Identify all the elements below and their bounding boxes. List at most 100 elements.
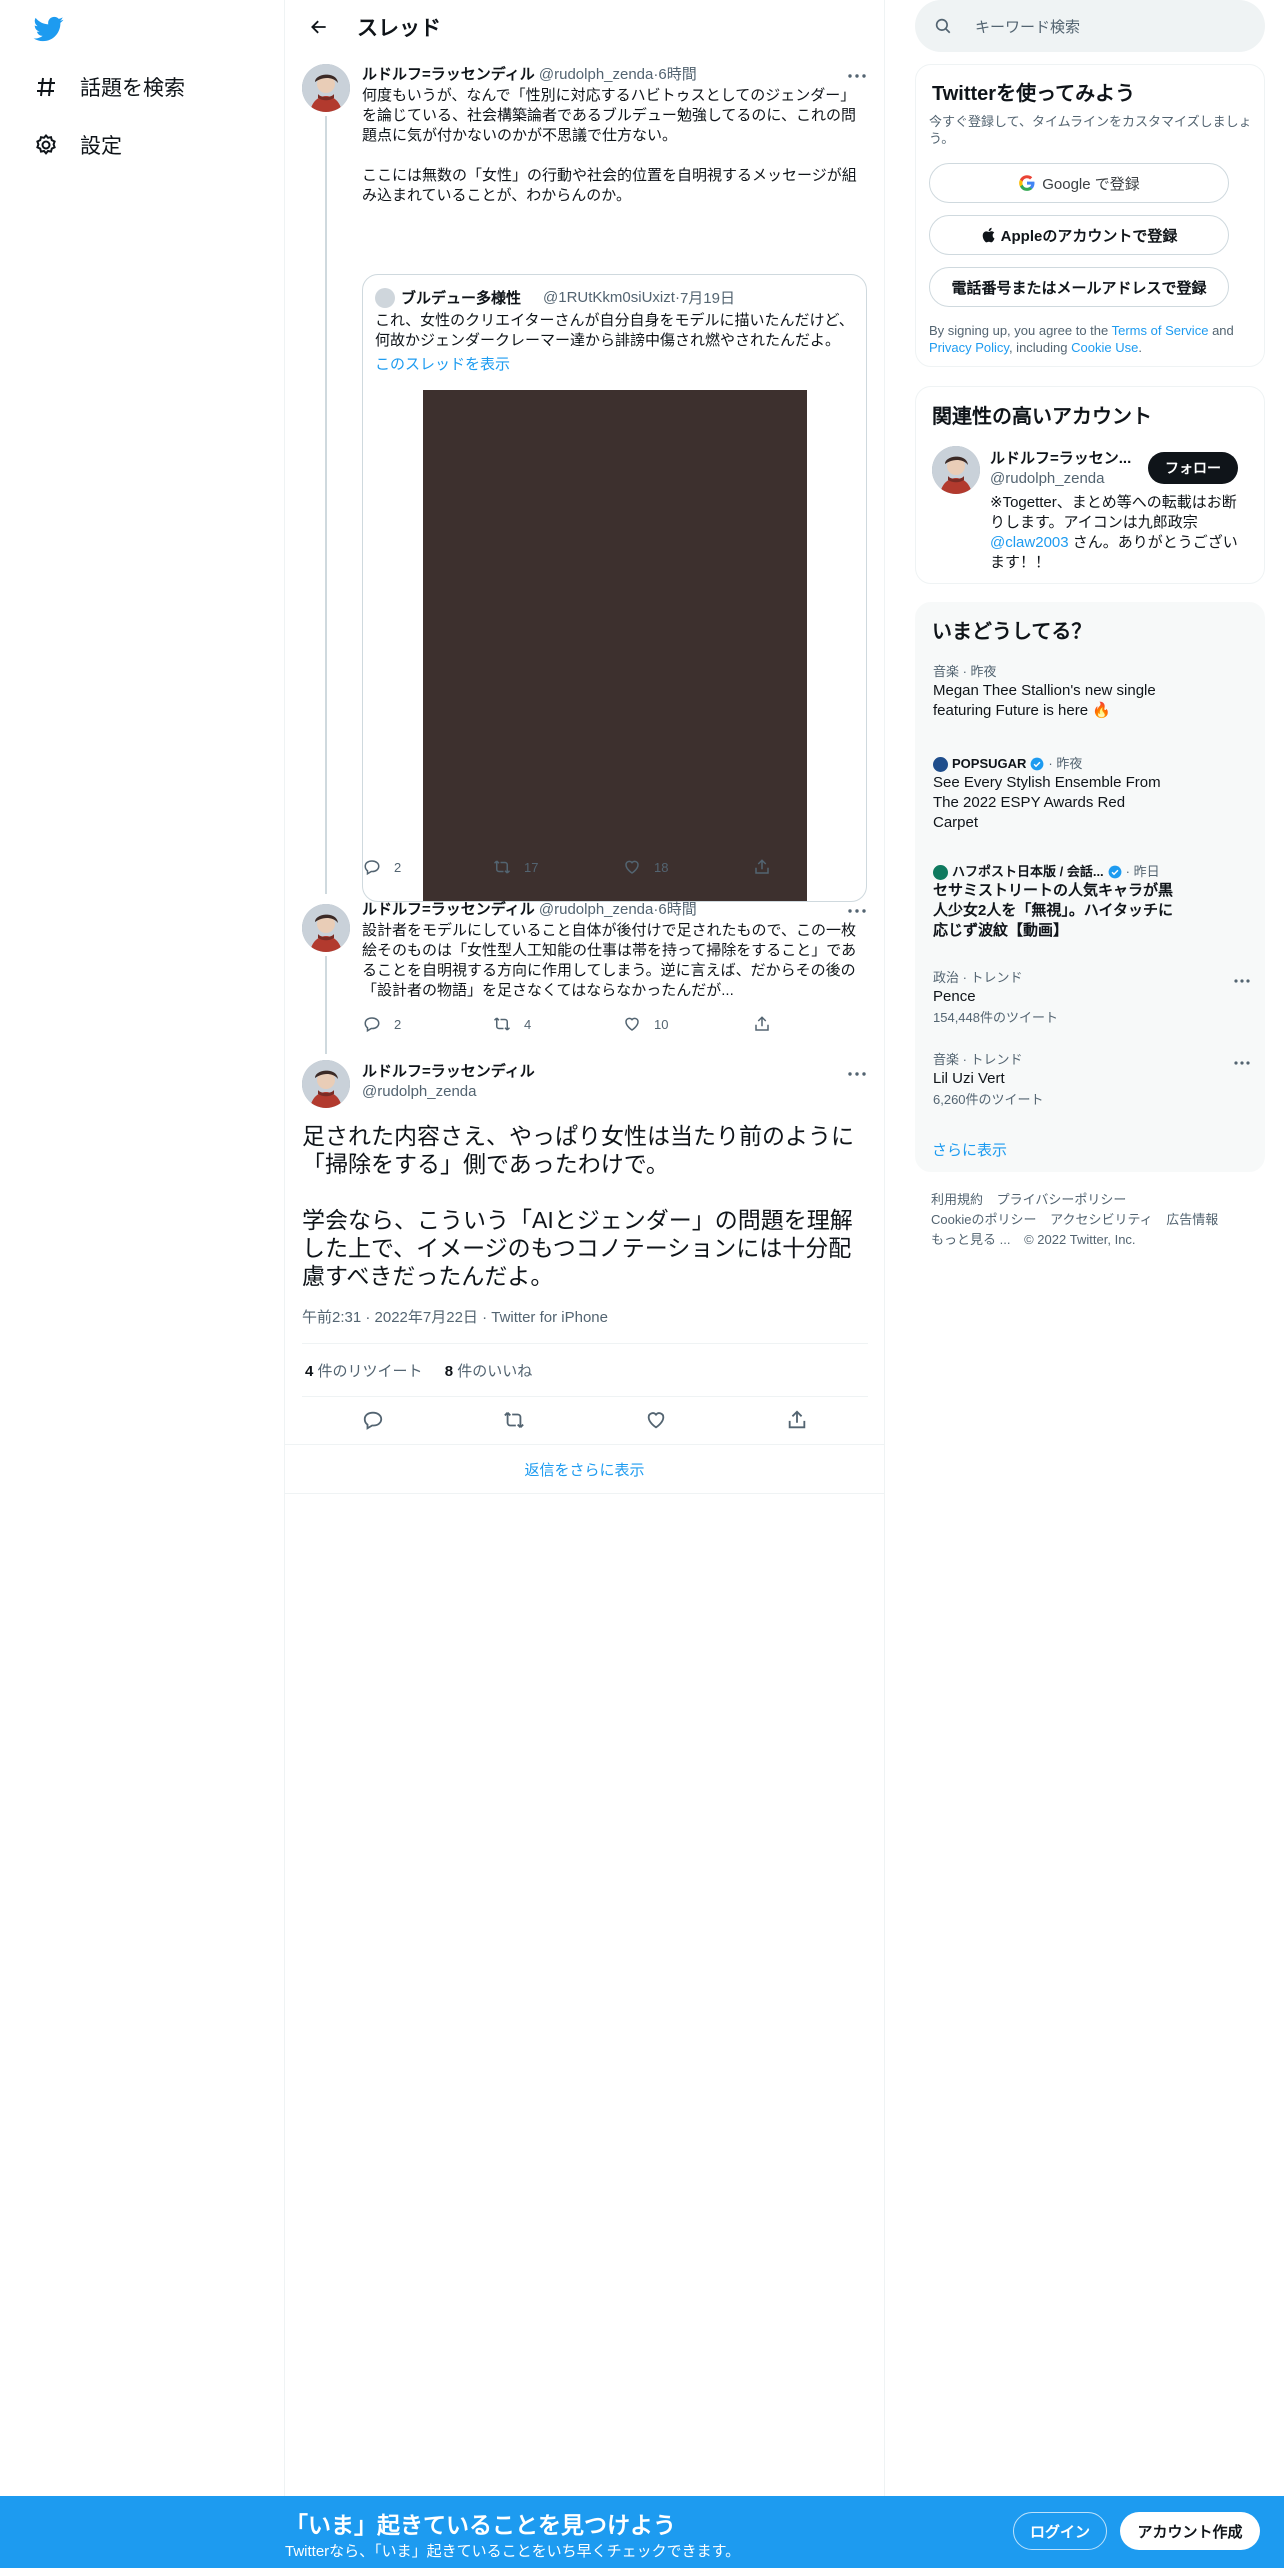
search-input[interactable]: キーワード検索: [975, 16, 1080, 37]
quote-text: これ、女性のクリエイターさんが自分自身をモデルに描いたんだけど、何故かジェンダー…: [375, 312, 854, 349]
trends-show-more[interactable]: さらに表示: [932, 1139, 1007, 1160]
tweet-actions: 2 17 18: [362, 857, 882, 877]
like-button[interactable]: 10: [622, 1014, 752, 1034]
related-handle[interactable]: @rudolph_zenda: [990, 469, 1131, 489]
trend-item[interactable]: POPSUGAR · 昨夜 See Every Stylish Ensemble…: [933, 755, 1253, 833]
share-button[interactable]: [752, 857, 882, 877]
like-button[interactable]: 18: [622, 857, 752, 877]
footer-cookie[interactable]: Cookieのポリシー: [931, 1212, 1036, 1227]
more-icon[interactable]: [1231, 971, 1253, 991]
retweet-icon[interactable]: [503, 1409, 525, 1431]
author-handle[interactable]: @rudolph_zenda: [539, 901, 653, 918]
privacy-link[interactable]: Privacy Policy: [929, 340, 1009, 355]
trend-count: 154,448件のツイート: [933, 1010, 1058, 1025]
trend-item[interactable]: 音楽 · トレンド Lil Uzi Vert 6,260件のツイート: [933, 1051, 1253, 1109]
quote-tweet[interactable]: ブルデュー多様性 @1RUtKkm0siUxizt · 7月19日 これ、女性のクリ…: [362, 274, 867, 902]
back-arrow-icon[interactable]: [301, 9, 337, 45]
trend-count: 6,260件のツイート: [933, 1092, 1044, 1107]
footer-privacy[interactable]: プライバシーポリシー: [997, 1192, 1127, 1207]
terms-and: and: [1212, 323, 1234, 338]
tweet-time[interactable]: 6時間: [658, 901, 696, 918]
show-thread-link[interactable]: このスレッドを表示: [375, 353, 510, 374]
author-name[interactable]: ルドルフ=ラッセンディル: [362, 1062, 535, 1082]
author-handle[interactable]: @rudolph_zenda: [362, 1082, 535, 1102]
google-signup-button[interactable]: Google で登録: [929, 163, 1229, 203]
share-icon[interactable]: [786, 1409, 808, 1431]
reply-icon: [362, 857, 382, 877]
more-icon[interactable]: [846, 901, 868, 921]
huffpost-logo-icon: [933, 864, 948, 880]
show-more-replies[interactable]: 返信をさらに表示: [285, 1446, 884, 1492]
verified-icon: [1108, 865, 1122, 879]
divider: [285, 1444, 884, 1445]
search-bar[interactable]: キーワード検索: [915, 0, 1265, 52]
reply-button[interactable]: 2: [362, 857, 492, 877]
retweet-icon: [492, 857, 512, 877]
quote-image[interactable]: [423, 390, 807, 901]
tweet-time[interactable]: 6時間: [658, 66, 696, 83]
retweet-button[interactable]: 17: [492, 857, 622, 877]
retweet-label: 件のリツイート: [317, 1363, 423, 1380]
popsugar-logo-icon: [933, 756, 948, 772]
terms-link[interactable]: Terms of Service: [1112, 323, 1209, 338]
create-account-button[interactable]: アカウント作成: [1120, 2512, 1260, 2550]
trends-card: いまどうしてる？ 音楽 · 昨夜 Megan Thee Stallion's n…: [915, 602, 1265, 1172]
share-button[interactable]: [752, 1014, 882, 1034]
like-total: 8: [444, 1363, 454, 1380]
divider: [285, 1493, 884, 1494]
footer-terms[interactable]: 利用規約: [931, 1192, 983, 1207]
like-label: 件のいいね: [457, 1363, 533, 1380]
footer-accessibility[interactable]: アクセシビリティ: [1050, 1212, 1153, 1227]
footer-ads[interactable]: 広告情報: [1166, 1212, 1218, 1227]
phone-email-signup-button[interactable]: 電話番号またはメールアドレスで登録: [929, 267, 1229, 307]
related-name[interactable]: ルドルフ=ラッセン...: [990, 449, 1131, 469]
author-handle[interactable]: @rudolph_zenda: [539, 66, 653, 83]
apple-signup-button[interactable]: Appleのアカウントで登録: [929, 215, 1229, 255]
follow-button[interactable]: フォロー: [1148, 452, 1238, 484]
apple-signup-label: Appleのアカウントで登録: [1000, 227, 1178, 245]
trend-item[interactable]: 政治 · トレンド Pence 154,448件のツイート: [933, 969, 1253, 1027]
nav-explore[interactable]: 話題を検索: [32, 62, 185, 112]
retweets-stat[interactable]: 4 件のリツイート: [305, 1363, 423, 1380]
footer-more[interactable]: もっと見る ...: [931, 1232, 1010, 1247]
retweet-total: 4: [305, 1363, 314, 1380]
terms-including: , including: [1008, 340, 1068, 355]
twitter-logo-icon[interactable]: [32, 14, 66, 44]
focused-tweet-actions: [302, 1409, 868, 1431]
more-icon[interactable]: [846, 66, 868, 86]
avatar[interactable]: [302, 64, 350, 112]
more-icon[interactable]: [846, 1064, 868, 1084]
focused-tweet-p2: 学会なら、こういう「AIとジェンダー」の問題を理解した上で、イメージのもつコノテ…: [302, 1207, 853, 1289]
likes-stat[interactable]: 8 件のいいね: [445, 1363, 533, 1380]
author-name[interactable]: ルドルフ=ラッセンディル: [362, 901, 535, 918]
trend-item[interactable]: 音楽 · 昨夜 Megan Thee Stallion's new single…: [933, 663, 1253, 721]
cookie-link[interactable]: Cookie Use: [1071, 340, 1138, 355]
thread-connector: [325, 116, 327, 894]
hashtag-icon: [32, 73, 60, 101]
trend-item[interactable]: ハフポスト日本版 / 会話... · 昨日 セサミストリートの人気キャラが黒人少…: [933, 863, 1253, 941]
author-name[interactable]: ルドルフ=ラッセンディル: [362, 66, 535, 83]
footer-links: 利用規約 プライバシーポリシー Cookieのポリシー アクセシビリティ 広告情…: [931, 1190, 1261, 1250]
reply-icon[interactable]: [362, 1409, 384, 1431]
tweet-timestamp[interactable]: 午前2:31 · 2022年7月22日 · Twitter for iPhone: [302, 1306, 608, 1327]
trend-source: ハフポスト日本版 / 会話...: [952, 864, 1104, 879]
nav-settings-label: 設定: [80, 135, 122, 158]
tweet-text-p1: 何度もいうが、なんで「性別に対応するハビトゥスとしてのジェンダー」を論じている、…: [362, 87, 856, 144]
signup-title: Twitterを使ってみよう: [932, 83, 1136, 105]
thread-tweet-1[interactable]: ルドルフ=ラッセンディル @rudolph_zenda·6時間 何度もいうが、な…: [285, 54, 884, 902]
login-button[interactable]: ログイン: [1013, 2512, 1107, 2550]
avatar[interactable]: [932, 446, 980, 494]
quote-date: 7月19日: [679, 290, 735, 307]
trend-when: · 昨夜: [1048, 756, 1083, 771]
search-icon: [933, 16, 953, 36]
avatar[interactable]: [302, 904, 350, 952]
thread-tweet-2[interactable]: ルドルフ=ラッセンディル @rudolph_zenda·6時間 設計者をモデルに…: [285, 894, 884, 1054]
avatar[interactable]: [302, 1060, 350, 1108]
more-icon[interactable]: [1231, 1053, 1253, 1073]
retweet-button[interactable]: 4: [492, 1014, 622, 1034]
nav-settings[interactable]: 設定: [32, 120, 122, 170]
heart-icon[interactable]: [645, 1409, 667, 1431]
bio-mention-link[interactable]: @claw2003: [990, 534, 1069, 551]
quote-author-name: ブルデュー多様性: [401, 290, 522, 307]
reply-button[interactable]: 2: [362, 1014, 492, 1034]
